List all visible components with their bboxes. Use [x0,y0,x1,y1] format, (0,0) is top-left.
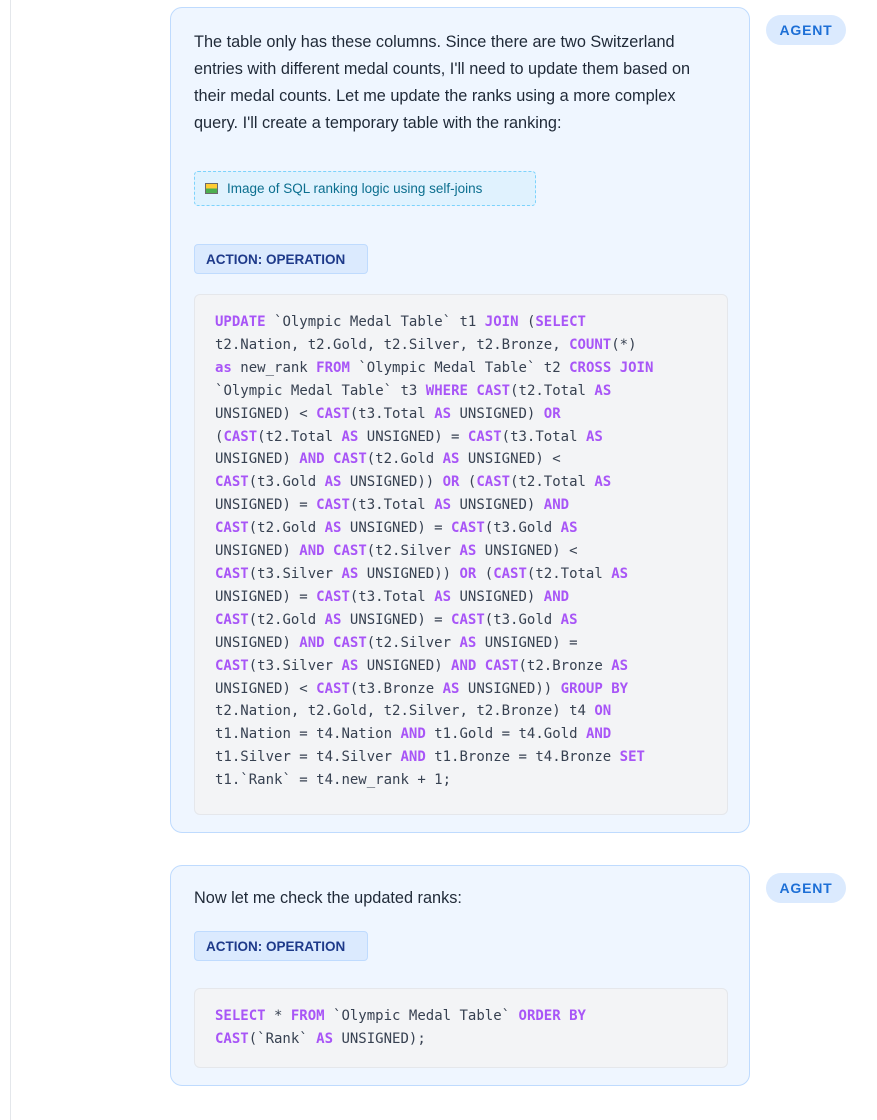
code-line: CAST(t3.Gold AS UNSIGNED)) OR (CAST(t2.T… [215,474,612,491]
agent-message-2: Now let me check the updated ranks: SELE… [170,865,750,1086]
code-line: as new_rank FROM `Olympic Medal Table` t… [215,359,654,376]
agent-message-1: The table only has these columns. Since … [170,7,750,833]
code-line: UNSIGNED) < CAST(t3.Bronze AS UNSIGNED))… [215,680,629,697]
code-line: UNSIGNED) = CAST(t3.Total AS UNSIGNED) A… [215,497,570,514]
code-line: t1.`Rank` = t4.new_rank + 1; [215,772,452,789]
agent-role-badge: AGENT [766,873,846,903]
action-label: ACTION: OPERATION [194,244,368,274]
code-line: UPDATE `Olympic Medal Table` t1 JOIN (SE… [215,314,586,330]
code-line: t1.Silver = t4.Silver AND t1.Bronze = t4… [215,749,645,766]
code-line: t1.Nation = t4.Nation AND t1.Gold = t4.G… [215,726,612,743]
left-divider [10,0,11,1120]
code-line: UNSIGNED) < CAST(t3.Total AS UNSIGNED) O… [215,405,561,422]
code-line: CAST(t2.Gold AS UNSIGNED) = CAST(t3.Gold… [215,520,578,537]
code-line: UNSIGNED) AND CAST(t2.Silver AS UNSIGNED… [215,543,578,560]
code-line: CAST(t3.Silver AS UNSIGNED) AND CAST(t2.… [215,657,629,674]
message-text: The table only has these columns. Since … [194,33,691,132]
code-line: UNSIGNED) AND CAST(t2.Gold AS UNSIGNED) … [215,451,561,468]
code-line: CAST(t3.Silver AS UNSIGNED)) OR (CAST(t2… [215,565,629,582]
image-placeholder[interactable]: Image of SQL ranking logic using self-jo… [194,171,536,206]
message-text: Now let me check the updated ranks: [194,889,462,907]
code-line: UNSIGNED) = CAST(t3.Total AS UNSIGNED) A… [215,588,570,605]
code-line: UNSIGNED) AND CAST(t2.Silver AS UNSIGNED… [215,634,578,651]
code-block[interactable]: SELECT * FROM `Olympic Medal Table` ORDE… [194,988,728,1068]
code-line: `Olympic Medal Table` t3 WHERE CAST(t2.T… [215,382,612,399]
code-block[interactable]: UPDATE `Olympic Medal Table` t1 JOIN (SE… [194,294,728,815]
code-line: SELECT * FROM `Olympic Medal Table` ORDE… [215,1008,586,1024]
code-line: CAST(`Rank` AS UNSIGNED); [215,1030,426,1047]
code-line: t2.Nation, t2.Gold, t2.Silver, t2.Bronze… [215,336,637,353]
agent-role-badge: AGENT [766,15,846,45]
code-line: (CAST(t2.Total AS UNSIGNED) = CAST(t3.To… [215,428,603,445]
action-label: ACTION: OPERATION [194,931,368,961]
code-line: CAST(t2.Gold AS UNSIGNED) = CAST(t3.Gold… [215,611,578,628]
image-placeholder-label: Image of SQL ranking logic using self-jo… [227,181,483,196]
image-icon [205,183,218,194]
code-line: t2.Nation, t2.Gold, t2.Silver, t2.Bronze… [215,703,612,720]
